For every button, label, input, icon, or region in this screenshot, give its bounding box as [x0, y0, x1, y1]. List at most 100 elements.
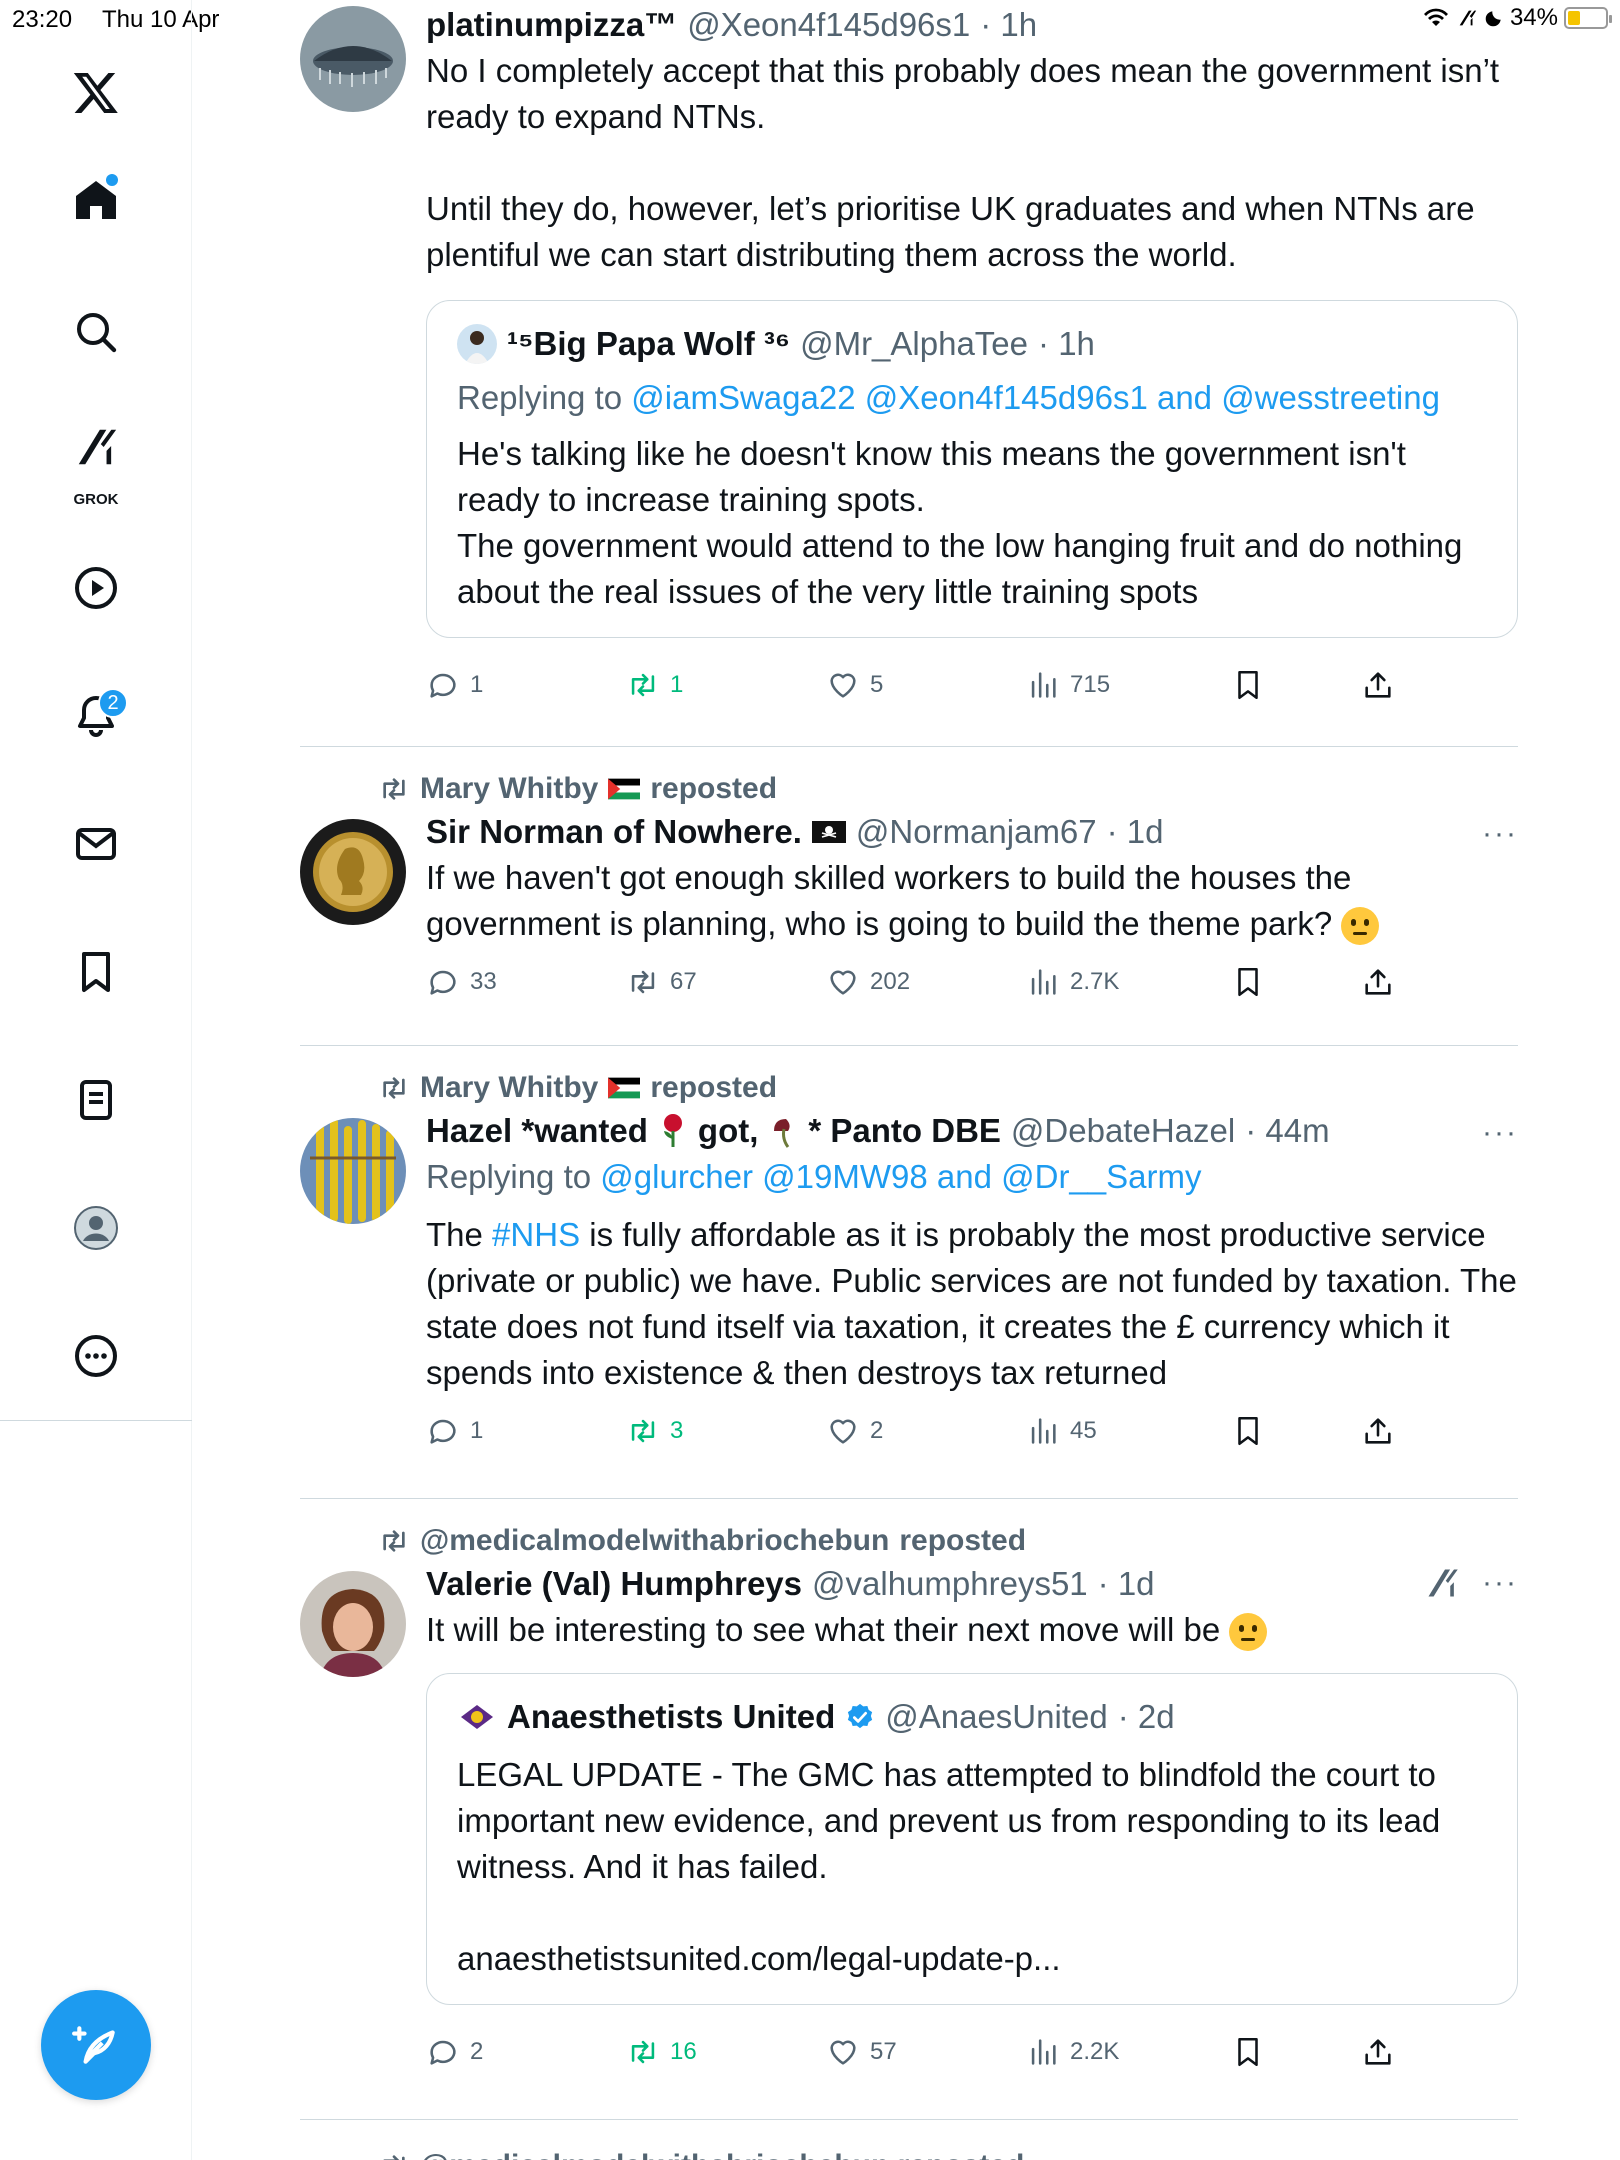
reply-icon [430, 1419, 456, 1444]
author-name-part-3[interactable]: * Panto DBE [808, 1112, 1001, 1150]
more-options-button[interactable]: ··· [1482, 817, 1518, 851]
quoted-tweet[interactable]: ¹⁵Big Papa Wolf ³⁶ @Mr_AlphaTee · 1h Rep… [426, 300, 1518, 638]
reply-button[interactable]: 1 [426, 658, 483, 712]
tweet-text-continued: Until they do, however, let’s prioritise… [426, 190, 1475, 273]
more-options-button[interactable]: ··· [1482, 1116, 1518, 1150]
quote-author-name[interactable]: Anaesthetists United [507, 1698, 835, 1736]
battery-icon [1564, 7, 1612, 29]
views-button[interactable]: 45 [1026, 1404, 1097, 1458]
quote-avatar [457, 324, 497, 364]
reply-count: 33 [470, 968, 497, 995]
compose-post-button[interactable] [41, 1990, 151, 2100]
reply-button[interactable]: 1 [426, 1404, 483, 1458]
tweet[interactable]: platinumpizza™ @Xeon4f145d96s1 · 1h No I… [300, 0, 1518, 746]
like-count: 202 [870, 968, 911, 995]
tweet-time[interactable]: · 44m [1245, 1112, 1329, 1150]
share-button[interactable] [1361, 955, 1395, 1009]
pirate-flag-icon [811, 821, 846, 843]
repost-indicator[interactable]: Mary Whitby reposted [378, 1068, 1518, 1108]
bookmark-button[interactable] [1231, 658, 1265, 712]
author-handle[interactable]: @DebateHazel [1011, 1112, 1235, 1150]
author-name[interactable]: Valerie (Val) Humphreys [426, 1565, 802, 1603]
avatar[interactable] [300, 6, 406, 112]
video-icon[interactable] [60, 552, 132, 624]
views-button[interactable]: 2.2K [1026, 2025, 1119, 2079]
bookmarks-icon[interactable] [60, 936, 132, 1008]
quoted-tweet[interactable]: Anaesthetists United @AnaesUnited · 2d L… [426, 1673, 1518, 2005]
tweet-time[interactable]: · 1h [980, 6, 1037, 44]
search-icon[interactable] [60, 296, 132, 368]
messages-envelope-icon[interactable] [60, 808, 132, 880]
repost-count: 3 [670, 1417, 684, 1444]
reposted-by-name: Mary Whitby [420, 1071, 599, 1104]
reply-icon [430, 970, 456, 995]
notifications-badge: 2 [98, 688, 128, 718]
more-options-icon[interactable] [60, 1320, 132, 1392]
views-bar-chart-icon [1031, 2039, 1056, 2065]
like-count: 2 [870, 1417, 884, 1444]
author-name-part-2[interactable]: got, [698, 1112, 758, 1150]
avatar[interactable] [300, 1118, 406, 1224]
tweet-actions: 1 1 5 715 [426, 658, 1518, 712]
replying-to-label: Replying to [426, 1158, 592, 1195]
repost-indicator: @medicalmodelwithabriochebun reposted [378, 2146, 1518, 2160]
grok-icon[interactable]: GROK [60, 420, 132, 508]
author-name[interactable]: platinumpizza™ [426, 6, 677, 44]
reply-button[interactable]: 33 [426, 955, 497, 1009]
grok-label: GROK [73, 491, 119, 508]
tweet-header: platinumpizza™ @Xeon4f145d96s1 · 1h [426, 2, 1518, 48]
quote-author-name[interactable]: ¹⁵Big Papa Wolf ³⁶ [507, 325, 790, 363]
reply-button[interactable]: 2 [426, 2025, 483, 2079]
quote-author-handle: @Mr_AlphaTee [800, 325, 1029, 362]
avatar[interactable] [300, 819, 406, 925]
more-options-button[interactable]: ··· [1482, 1566, 1518, 1600]
quote-time: · 2d [1117, 1698, 1175, 1735]
author-name[interactable]: Sir Norman of Nowhere. [426, 813, 802, 851]
share-button[interactable] [1361, 1404, 1395, 1458]
views-button[interactable]: 2.7K [1026, 955, 1119, 1009]
bookmark-button[interactable] [1231, 2025, 1265, 2079]
profile-avatar-icon[interactable] [60, 1192, 132, 1264]
repost-indicator[interactable]: Mary Whitby reposted [378, 769, 1518, 809]
author-name-part-1[interactable]: Hazel *wanted [426, 1112, 648, 1150]
quote-text: He's talking like he doesn't know this m… [457, 435, 1463, 610]
share-button[interactable] [1361, 2025, 1395, 2079]
share-button[interactable] [1361, 658, 1395, 712]
x-logo-icon[interactable] [60, 56, 132, 128]
repost-indicator[interactable]: @medicalmodelwithabriochebun reposted [378, 1521, 1518, 1561]
avatar[interactable] [300, 1571, 406, 1677]
tweet[interactable]: Mary Whitby reposted Hazel *wanted got, … [300, 1046, 1518, 1498]
tweet-actions: 2 16 57 2.2K [426, 2025, 1518, 2079]
quote-link[interactable]: anaesthetistsunited.com/legal-update-p..… [457, 1936, 1487, 1982]
replying-to-handles[interactable]: @iamSwaga22 @Xeon4f145d96s1 and @wesstre… [631, 379, 1440, 416]
hashtag-link[interactable]: #NHS [492, 1216, 580, 1253]
bookmark-button[interactable] [1231, 955, 1265, 1009]
author-handle[interactable]: @Xeon4f145d96s1 [687, 6, 970, 44]
tweet-header: Sir Norman of Nowhere. @Normanjam67 · 1d [426, 809, 1518, 855]
share-icon [1365, 969, 1391, 995]
views-button[interactable]: 715 [1026, 658, 1110, 712]
author-handle[interactable]: @valhumphreys51 [812, 1565, 1088, 1603]
bookmark-button[interactable] [1231, 1404, 1265, 1458]
lists-icon[interactable] [60, 1064, 132, 1136]
tweet-time[interactable]: · 1d [1098, 1565, 1155, 1603]
repost-button[interactable]: 3 [626, 1404, 683, 1458]
replying-to-label: Replying to [457, 379, 623, 416]
next-tweet-partial[interactable]: @medicalmodelwithabriochebun reposted [300, 2120, 1518, 2160]
repost-button[interactable]: 16 [626, 2025, 697, 2079]
like-button[interactable]: 202 [826, 955, 910, 1009]
tweet[interactable]: Mary Whitby reposted Sir Norman of Nowhe… [300, 747, 1518, 1045]
reply-count: 1 [470, 671, 484, 698]
notifications-bell-icon[interactable]: 2 [60, 680, 132, 752]
repost-button[interactable]: 67 [626, 955, 697, 1009]
tweet[interactable]: @medicalmodelwithabriochebun reposted Va… [300, 1499, 1518, 2119]
grok-icon[interactable] [1424, 1565, 1460, 1601]
replying-to-handles[interactable]: @glurcher @19MW98 and @Dr__Sarmy [600, 1158, 1201, 1195]
like-button[interactable]: 57 [826, 2025, 897, 2079]
like-button[interactable]: 2 [826, 1404, 883, 1458]
repost-button[interactable]: 1 [626, 658, 683, 712]
tweet-time[interactable]: · 1d [1107, 813, 1164, 851]
author-handle[interactable]: @Normanjam67 [856, 813, 1097, 851]
home-icon[interactable] [60, 164, 132, 236]
like-button[interactable]: 5 [826, 658, 883, 712]
